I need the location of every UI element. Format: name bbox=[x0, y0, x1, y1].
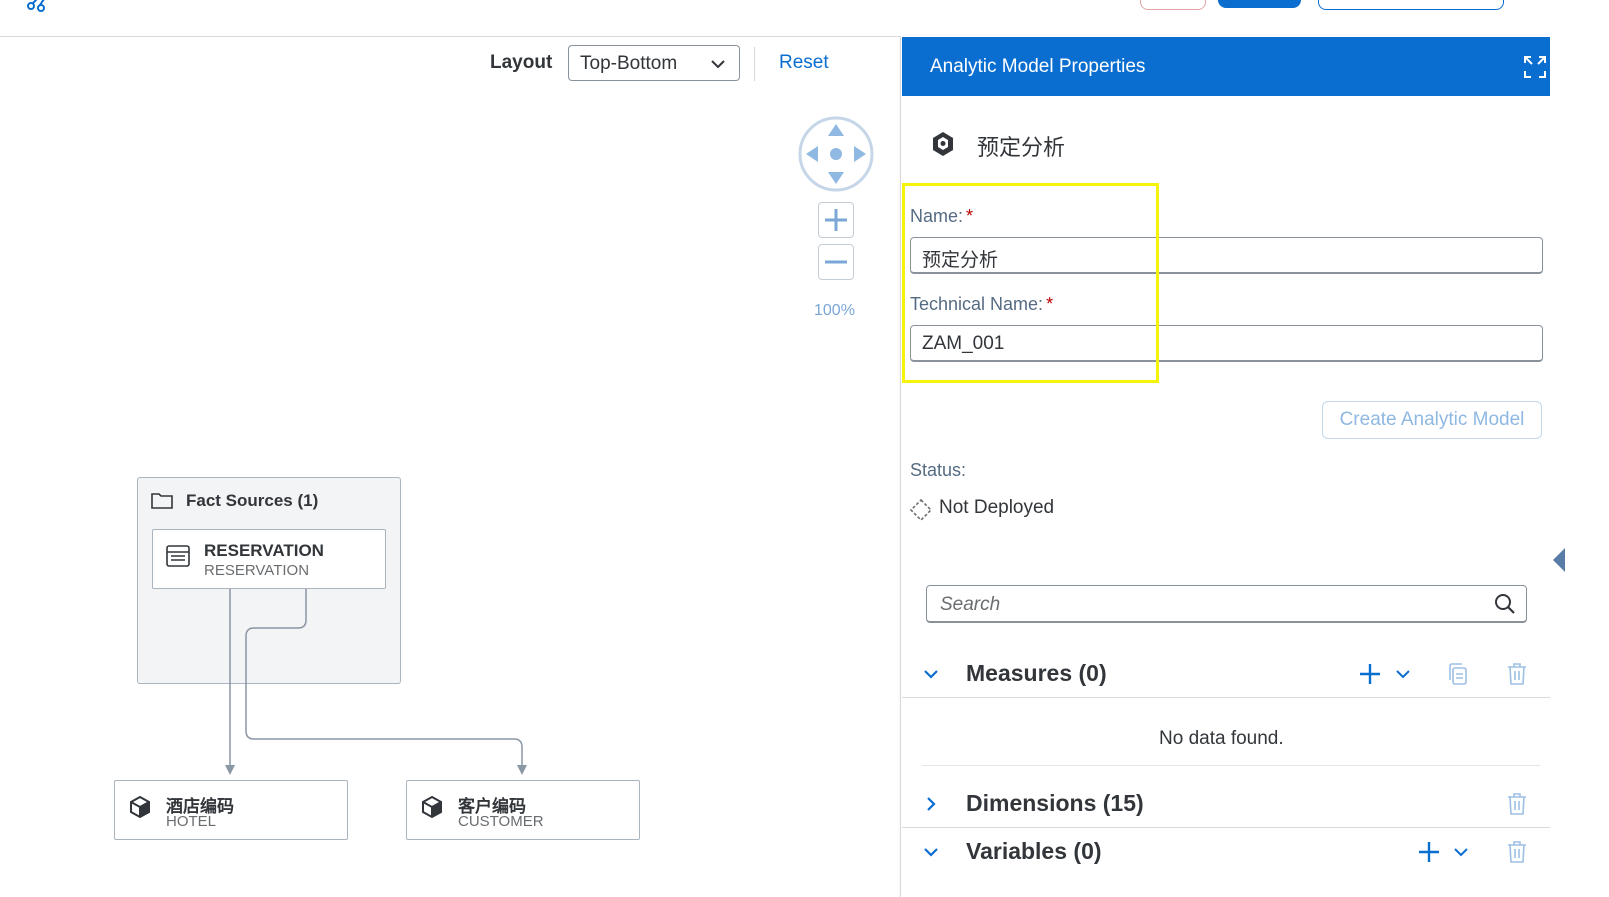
search-input[interactable]: Search bbox=[926, 585, 1527, 623]
folder-icon bbox=[151, 493, 173, 509]
app-logo-icon[interactable] bbox=[26, 0, 50, 14]
properties-panel bbox=[900, 36, 1551, 897]
right-gutter bbox=[1550, 36, 1609, 897]
measures-section-title[interactable]: Measures (0) bbox=[966, 660, 1107, 687]
layout-select-value: Top-Bottom bbox=[580, 53, 678, 74]
node-subtitle: HOTEL bbox=[166, 813, 217, 830]
analytic-model-icon bbox=[933, 132, 953, 156]
chevron-down-icon bbox=[711, 60, 725, 69]
chevron-down-icon[interactable] bbox=[1452, 843, 1470, 861]
expand-icon[interactable] bbox=[1522, 54, 1548, 80]
cube-icon bbox=[130, 795, 150, 819]
pan-navigation-icon[interactable] bbox=[798, 116, 874, 192]
chevron-down-icon[interactable] bbox=[1394, 665, 1412, 683]
primary-action-button[interactable] bbox=[1218, 0, 1301, 8]
panel-title: Analytic Model Properties bbox=[930, 56, 1146, 77]
model-name-heading: 预定分析 bbox=[977, 135, 1066, 160]
reset-button[interactable]: Reset bbox=[779, 52, 829, 74]
delete-icon[interactable] bbox=[1505, 662, 1529, 686]
node-subtitle: CUSTOMER bbox=[458, 813, 544, 830]
fact-node-reservation[interactable]: RESERVATION RESERVATION bbox=[152, 529, 386, 589]
search-icon[interactable] bbox=[1494, 593, 1516, 615]
zoom-in-button[interactable] bbox=[818, 202, 854, 238]
section-divider bbox=[902, 827, 1550, 828]
status-label: Status: bbox=[910, 460, 967, 480]
chevron-down-icon[interactable] bbox=[922, 665, 940, 683]
association-edges bbox=[225, 589, 527, 775]
dimension-node-hotel[interactable]: 酒店编码 HOTEL bbox=[114, 780, 348, 840]
node-title: RESERVATION bbox=[204, 541, 324, 560]
notification-button[interactable] bbox=[1140, 0, 1206, 10]
secondary-action-button[interactable] bbox=[1318, 0, 1504, 10]
delete-icon[interactable] bbox=[1505, 840, 1529, 864]
chevron-right-icon[interactable] bbox=[922, 795, 940, 813]
collapse-panel-icon[interactable] bbox=[1553, 548, 1565, 572]
zoom-level: 100% bbox=[814, 302, 855, 319]
layout-label: Layout bbox=[490, 52, 553, 73]
annotation-highlight bbox=[902, 183, 1159, 383]
variables-section-title[interactable]: Variables (0) bbox=[966, 838, 1102, 865]
toolbar-divider bbox=[754, 47, 755, 81]
create-analytic-model-button[interactable]: Create Analytic Model bbox=[1322, 401, 1542, 439]
cube-icon bbox=[422, 795, 442, 819]
node-subtitle: RESERVATION bbox=[204, 562, 310, 579]
table-icon bbox=[166, 545, 190, 567]
layout-select[interactable]: Top-Bottom bbox=[568, 45, 740, 81]
not-deployed-icon bbox=[909, 498, 933, 522]
dimensions-section-title[interactable]: Dimensions (15) bbox=[966, 790, 1144, 817]
chevron-down-icon[interactable] bbox=[922, 843, 940, 861]
dimension-node-customer[interactable]: 客户编码 CUSTOMER bbox=[406, 780, 640, 840]
minus-icon bbox=[825, 260, 847, 264]
search-placeholder: Search bbox=[940, 594, 1001, 615]
zoom-out-button[interactable] bbox=[818, 244, 854, 280]
delete-icon[interactable] bbox=[1505, 792, 1529, 816]
section-divider bbox=[902, 697, 1550, 698]
fact-sources-title: Fact Sources (1) bbox=[186, 491, 319, 510]
add-icon[interactable] bbox=[1417, 840, 1441, 864]
measures-empty-text: No data found. bbox=[1159, 728, 1284, 749]
section-divider bbox=[922, 765, 1540, 766]
plus-icon bbox=[825, 209, 847, 231]
copy-icon[interactable] bbox=[1446, 662, 1470, 686]
add-icon[interactable] bbox=[1358, 662, 1382, 686]
status-value: Not Deployed bbox=[939, 497, 1055, 518]
